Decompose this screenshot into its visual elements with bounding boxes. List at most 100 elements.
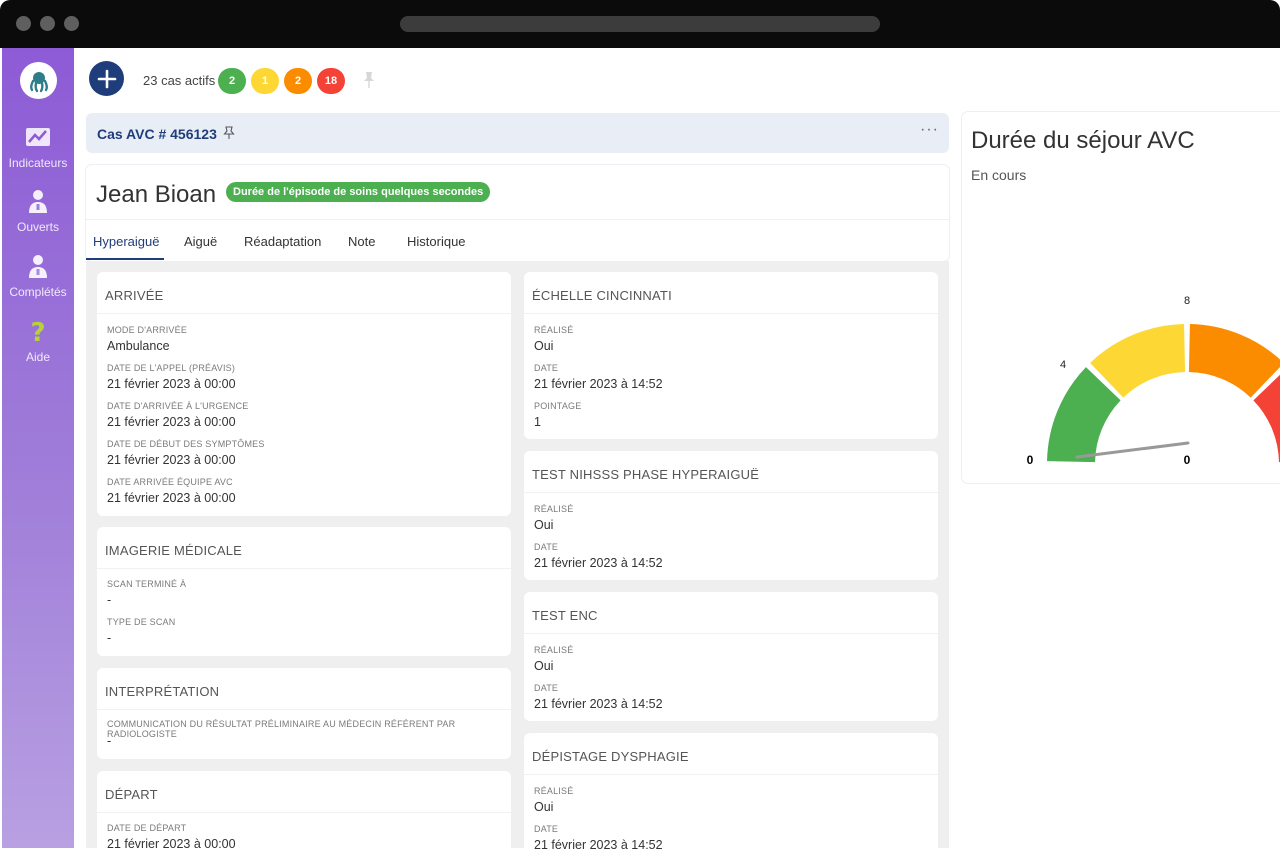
doctor-icon <box>29 190 47 213</box>
divider <box>97 313 511 314</box>
card-title: INTERPRÉTATION <box>105 684 220 699</box>
sidebar-item-label: Ouverts <box>16 220 59 234</box>
window-maximize-dot[interactable] <box>64 16 79 31</box>
case-header: Cas AVC # 456123 ··· <box>86 113 949 153</box>
gauge-tick-label: 4 <box>1060 359 1066 371</box>
field-label: DATE DE DÉPART <box>107 823 187 833</box>
field-label: COMMUNICATION DU RÉSULTAT PRÉLIMINAIRE A… <box>107 719 456 739</box>
field-value: 21 février 2023 à 00:00 <box>107 453 236 467</box>
field-value: Oui <box>534 339 554 353</box>
field-value: - <box>107 734 112 748</box>
window-titlebar <box>0 0 1280 48</box>
more-options-button[interactable]: ··· <box>920 121 939 139</box>
field-value: 21 février 2023 à 00:00 <box>107 415 236 429</box>
case-title: Cas AVC # 456123 <box>97 126 217 142</box>
card-title: TEST NIHSSS PHASE HYPERAIGUË <box>532 467 760 482</box>
patient-card: Jean Bioan Durée de l'épisode de soins q… <box>86 165 949 261</box>
tab-historique[interactable]: Historique <box>407 234 466 249</box>
field-label: RÉALISÉ <box>534 786 574 796</box>
svg-text:?: ? <box>30 318 45 344</box>
orange-cases-badge[interactable]: 2 <box>284 68 312 94</box>
field-label: DATE <box>534 683 559 693</box>
field-label: SCAN TERMINÉ À <box>107 579 187 589</box>
pin-icon[interactable] <box>362 71 376 89</box>
pin-icon[interactable] <box>223 126 235 140</box>
field-value: 21 février 2023 à 14:52 <box>534 838 663 852</box>
field-value: 21 février 2023 à 14:52 <box>534 697 663 711</box>
sidebar: Indicateurs Ouverts Complétés ? Aide <box>2 48 74 848</box>
gauge-min-label: 0 <box>1027 453 1034 467</box>
card-interpretation: INTERPRÉTATION COMMUNICATION DU RÉSULTAT… <box>97 668 511 759</box>
divider <box>524 492 938 493</box>
window-close-dot[interactable] <box>16 16 31 31</box>
card-title: ÉCHELLE CINCINNATI <box>532 288 672 303</box>
active-cases-count: 23 cas actifs <box>143 73 216 88</box>
field-value: 21 février 2023 à 14:52 <box>534 377 663 391</box>
card-test-nihsss: TEST NIHSSS PHASE HYPERAIGUË RÉALISÉ Oui… <box>524 451 938 580</box>
chart-icon <box>26 128 50 146</box>
yellow-cases-badge[interactable]: 1 <box>251 68 279 94</box>
green-cases-badge[interactable]: 2 <box>218 68 246 94</box>
field-label: RÉALISÉ <box>534 645 574 655</box>
sidebar-item-aide[interactable]: ? Aide <box>2 318 74 366</box>
stay-duration-panel: Durée du séjour AVC En cours 0 4 8 0 <box>962 112 1280 483</box>
window-minimize-dot[interactable] <box>40 16 55 31</box>
card-title: ARRIVÉE <box>105 288 164 303</box>
gauge-tick-label: 8 <box>1184 295 1190 307</box>
field-value: 21 février 2023 à 00:00 <box>107 491 236 505</box>
field-value: 21 février 2023 à 00:00 <box>107 837 236 851</box>
card-imagerie-medicale: IMAGERIE MÉDICALE SCAN TERMINÉ À - TYPE … <box>97 527 511 656</box>
sidebar-item-ouverts[interactable]: Ouverts <box>2 188 74 236</box>
sidebar-item-label: Indicateurs <box>8 156 68 170</box>
red-cases-badge[interactable]: 18 <box>317 68 345 94</box>
field-value: 1 <box>534 415 541 429</box>
field-label: RÉALISÉ <box>534 325 574 335</box>
field-label: DATE DE DÉBUT DES SYMPTÔMES <box>107 439 265 449</box>
tab-aigue[interactable]: Aiguë <box>184 234 217 249</box>
octopus-logo-icon <box>29 71 48 92</box>
card-arrivee: ARRIVÉE MODE D'ARRIVÉE Ambulance DATE DE… <box>97 272 511 516</box>
field-label: MODE D'ARRIVÉE <box>107 325 188 335</box>
field-value: 21 février 2023 à 00:00 <box>107 377 236 391</box>
tab-readaptation[interactable]: Réadaptation <box>244 234 321 249</box>
field-label: DATE ARRIVÉE ÉQUIPE AVC <box>107 477 233 487</box>
add-case-button[interactable] <box>89 61 124 96</box>
gauge-segment-orange <box>1188 324 1280 398</box>
card-title: TEST ENC <box>532 608 598 623</box>
card-title: DÉPART <box>105 787 158 802</box>
card-depistage-dysphagie: DÉPISTAGE DYSPHAGIE RÉALISÉ Oui DATE 21 … <box>524 733 938 852</box>
divider <box>524 313 938 314</box>
divider <box>97 812 511 813</box>
field-value: Oui <box>534 659 554 673</box>
divider <box>524 774 938 775</box>
field-label: DATE <box>534 542 559 552</box>
field-label: DATE D'ARRIVÉE À L'URGENCE <box>107 401 249 411</box>
divider <box>524 633 938 634</box>
duration-gauge: 0 4 8 0 <box>1027 295 1280 467</box>
app-logo[interactable] <box>20 62 57 99</box>
sidebar-item-label: Aide <box>25 350 51 364</box>
doctor-icon <box>29 255 47 278</box>
card-echelle-cincinnati: ÉCHELLE CINCINNATI RÉALISÉ Oui DATE 21 f… <box>524 272 938 439</box>
divider <box>86 219 949 220</box>
patient-name: Jean Bioan <box>96 181 217 208</box>
field-value: Oui <box>534 518 554 532</box>
sidebar-item-completes[interactable]: Complétés <box>2 253 74 301</box>
field-label: TYPE DE SCAN <box>107 617 176 627</box>
sidebar-item-indicateurs[interactable]: Indicateurs <box>2 124 74 172</box>
card-title: DÉPISTAGE DYSPHAGIE <box>532 749 689 764</box>
card-test-enc: TEST ENC RÉALISÉ Oui DATE 21 février 202… <box>524 592 938 721</box>
field-label: DATE DE L'APPEL (PRÉAVIS) <box>107 363 236 373</box>
field-label: DATE <box>534 363 559 373</box>
tab-hyperaigue[interactable]: Hyperaiguë <box>93 234 160 249</box>
field-value: 21 février 2023 à 14:52 <box>534 556 663 570</box>
address-bar[interactable] <box>400 16 880 32</box>
field-value: - <box>107 631 112 645</box>
card-depart: DÉPART DATE DE DÉPART 21 février 2023 à … <box>97 771 511 851</box>
divider <box>97 568 511 569</box>
question-icon: ? <box>30 318 45 344</box>
field-value: Oui <box>534 800 554 814</box>
tab-note[interactable]: Note <box>348 234 375 249</box>
field-label: POINTAGE <box>534 401 582 411</box>
field-value: - <box>107 593 112 607</box>
